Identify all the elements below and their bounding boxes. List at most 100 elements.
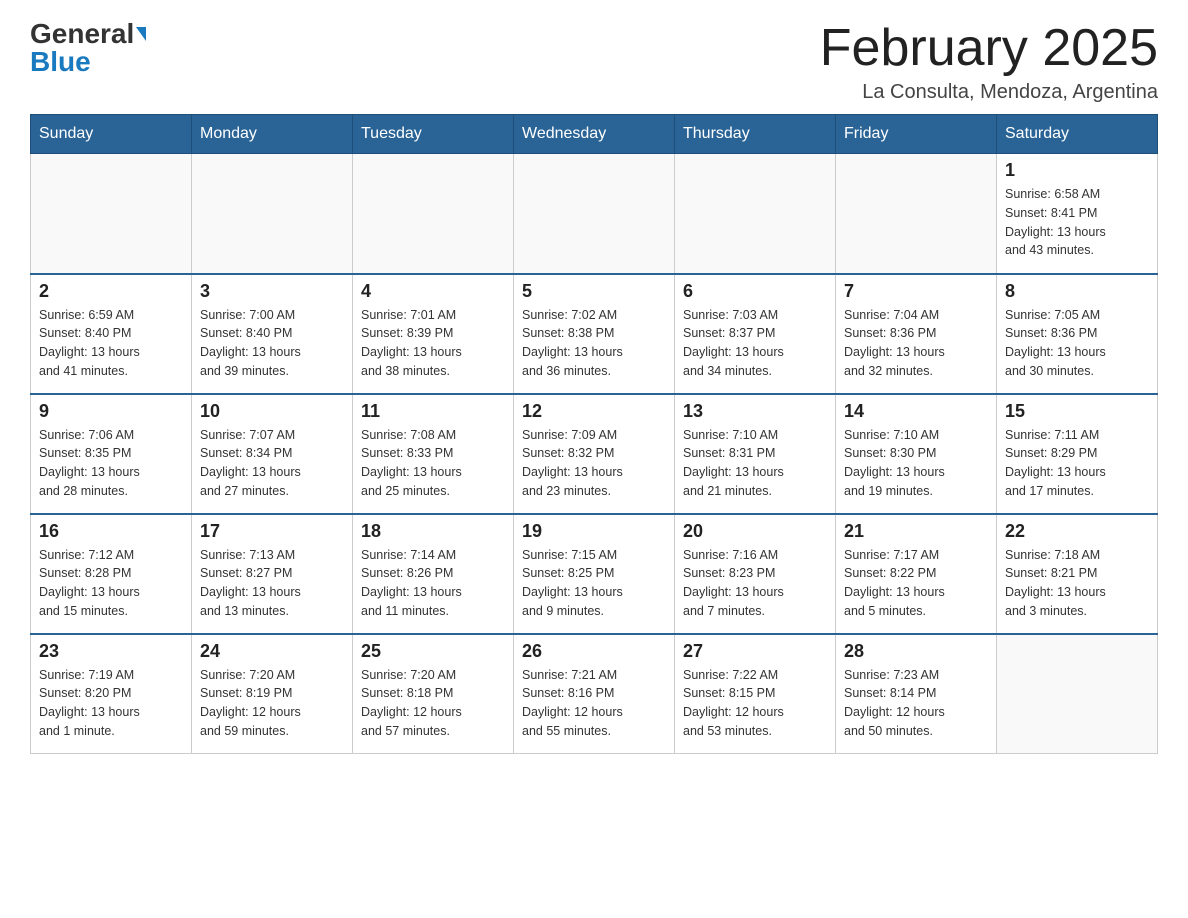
calendar-cell: 6 Sunrise: 7:03 AM Sunset: 8:37 PM Daylig… [675,274,836,394]
logo: General Blue [30,20,146,76]
calendar-header-sunday: Sunday [31,115,192,154]
calendar-cell: 16Sunrise: 7:12 AM Sunset: 8:28 PM Dayli… [31,514,192,634]
day-info: Sunrise: 7:19 AM Sunset: 8:20 PM Dayligh… [39,666,183,741]
calendar-cell: 20 Sunrise: 7:16 AM Sunset: 8:23 PM Dayli… [675,514,836,634]
day-info: Sunrise: 7:10 AM Sunset: 8:30 PM Dayligh… [844,426,988,501]
calendar-cell [31,154,192,274]
calendar-cell: 17Sunrise: 7:13 AM Sunset: 8:27 PM Dayli… [192,514,353,634]
day-number: 18 [361,521,505,542]
calendar-cell: 1Sunrise: 6:58 AM Sunset: 8:41 PM Daylig… [997,154,1158,274]
day-info: Sunrise: 7:14 AM Sunset: 8:26 PM Dayligh… [361,546,505,621]
calendar-cell [514,154,675,274]
day-number: 4 [361,281,505,302]
day-number: 2 [39,281,183,302]
day-number: 27 [683,641,827,662]
calendar-cell: 5 Sunrise: 7:02 AM Sunset: 8:38 PM Daylig… [514,274,675,394]
day-info: Sunrise: 7:18 AM Sunset: 8:21 PM Dayligh… [1005,546,1149,621]
title-section: February 2025 La Consulta, Mendoza, Arge… [820,20,1158,104]
calendar-week-row: 16Sunrise: 7:12 AM Sunset: 8:28 PM Dayli… [31,514,1158,634]
calendar-cell: 26 Sunrise: 7:21 AM Sunset: 8:16 PM Dayli… [514,634,675,754]
day-number: 7 [844,281,988,302]
day-number: 12 [522,401,666,422]
day-info: Sunrise: 6:58 AM Sunset: 8:41 PM Dayligh… [1005,185,1149,260]
calendar-cell: 14 Sunrise: 7:10 AM Sunset: 8:30 PM Dayli… [836,394,997,514]
calendar-cell: 8Sunrise: 7:05 AM Sunset: 8:36 PM Daylig… [997,274,1158,394]
calendar-header-thursday: Thursday [675,115,836,154]
logo-blue-text: Blue [30,48,91,76]
day-number: 10 [200,401,344,422]
day-info: Sunrise: 7:00 AM Sunset: 8:40 PM Dayligh… [200,306,344,381]
logo-general-text: General [30,20,134,48]
calendar-cell: 22 Sunrise: 7:18 AM Sunset: 8:21 PM Dayli… [997,514,1158,634]
day-number: 23 [39,641,183,662]
day-info: Sunrise: 7:06 AM Sunset: 8:35 PM Dayligh… [39,426,183,501]
day-info: Sunrise: 7:08 AM Sunset: 8:33 PM Dayligh… [361,426,505,501]
day-number: 21 [844,521,988,542]
calendar-cell: 25Sunrise: 7:20 AM Sunset: 8:18 PM Dayli… [353,634,514,754]
calendar-header-monday: Monday [192,115,353,154]
calendar-cell [675,154,836,274]
day-info: Sunrise: 7:09 AM Sunset: 8:32 PM Dayligh… [522,426,666,501]
calendar-cell: 19 Sunrise: 7:15 AM Sunset: 8:25 PM Dayli… [514,514,675,634]
day-number: 14 [844,401,988,422]
calendar-header-wednesday: Wednesday [514,115,675,154]
calendar-cell: 12 Sunrise: 7:09 AM Sunset: 8:32 PM Dayli… [514,394,675,514]
day-info: Sunrise: 6:59 AM Sunset: 8:40 PM Dayligh… [39,306,183,381]
calendar-cell [997,634,1158,754]
calendar-week-row: 23 Sunrise: 7:19 AM Sunset: 8:20 PM Dayli… [31,634,1158,754]
calendar-header-tuesday: Tuesday [353,115,514,154]
calendar-cell: 28 Sunrise: 7:23 AM Sunset: 8:14 PM Dayli… [836,634,997,754]
page-header: General Blue February 2025 La Consulta, … [30,20,1158,104]
logo-arrow-icon [136,27,146,41]
day-info: Sunrise: 7:15 AM Sunset: 8:25 PM Dayligh… [522,546,666,621]
day-number: 20 [683,521,827,542]
calendar-header-friday: Friday [836,115,997,154]
day-info: Sunrise: 7:21 AM Sunset: 8:16 PM Dayligh… [522,666,666,741]
day-number: 9 [39,401,183,422]
calendar-week-row: 9 Sunrise: 7:06 AM Sunset: 8:35 PM Daylig… [31,394,1158,514]
day-info: Sunrise: 7:02 AM Sunset: 8:38 PM Dayligh… [522,306,666,381]
calendar-week-row: 2 Sunrise: 6:59 AM Sunset: 8:40 PM Daylig… [31,274,1158,394]
calendar-cell: 13 Sunrise: 7:10 AM Sunset: 8:31 PM Dayli… [675,394,836,514]
day-number: 24 [200,641,344,662]
day-number: 28 [844,641,988,662]
day-info: Sunrise: 7:16 AM Sunset: 8:23 PM Dayligh… [683,546,827,621]
calendar-cell: 3Sunrise: 7:00 AM Sunset: 8:40 PM Daylig… [192,274,353,394]
day-info: Sunrise: 7:03 AM Sunset: 8:37 PM Dayligh… [683,306,827,381]
day-info: Sunrise: 7:10 AM Sunset: 8:31 PM Dayligh… [683,426,827,501]
calendar-cell: 7 Sunrise: 7:04 AM Sunset: 8:36 PM Daylig… [836,274,997,394]
calendar-cell [353,154,514,274]
day-info: Sunrise: 7:17 AM Sunset: 8:22 PM Dayligh… [844,546,988,621]
day-info: Sunrise: 7:23 AM Sunset: 8:14 PM Dayligh… [844,666,988,741]
day-info: Sunrise: 7:20 AM Sunset: 8:19 PM Dayligh… [200,666,344,741]
day-number: 5 [522,281,666,302]
calendar-cell [836,154,997,274]
calendar-cell: 27Sunrise: 7:22 AM Sunset: 8:15 PM Dayli… [675,634,836,754]
calendar-cell: 4 Sunrise: 7:01 AM Sunset: 8:39 PM Daylig… [353,274,514,394]
calendar-cell: 24 Sunrise: 7:20 AM Sunset: 8:19 PM Dayli… [192,634,353,754]
day-info: Sunrise: 7:01 AM Sunset: 8:39 PM Dayligh… [361,306,505,381]
calendar-header-row: SundayMondayTuesdayWednesdayThursdayFrid… [31,115,1158,154]
day-number: 6 [683,281,827,302]
calendar-cell: 15Sunrise: 7:11 AM Sunset: 8:29 PM Dayli… [997,394,1158,514]
calendar-cell: 9 Sunrise: 7:06 AM Sunset: 8:35 PM Daylig… [31,394,192,514]
day-number: 22 [1005,521,1149,542]
day-number: 17 [200,521,344,542]
calendar-cell: 18 Sunrise: 7:14 AM Sunset: 8:26 PM Dayli… [353,514,514,634]
day-info: Sunrise: 7:05 AM Sunset: 8:36 PM Dayligh… [1005,306,1149,381]
day-number: 11 [361,401,505,422]
day-info: Sunrise: 7:07 AM Sunset: 8:34 PM Dayligh… [200,426,344,501]
calendar-cell: 11 Sunrise: 7:08 AM Sunset: 8:33 PM Dayli… [353,394,514,514]
calendar-title: February 2025 [820,20,1158,77]
day-number: 19 [522,521,666,542]
day-info: Sunrise: 7:04 AM Sunset: 8:36 PM Dayligh… [844,306,988,381]
day-number: 13 [683,401,827,422]
day-info: Sunrise: 7:20 AM Sunset: 8:18 PM Dayligh… [361,666,505,741]
calendar-table: SundayMondayTuesdayWednesdayThursdayFrid… [30,114,1158,754]
calendar-week-row: 1Sunrise: 6:58 AM Sunset: 8:41 PM Daylig… [31,154,1158,274]
day-number: 26 [522,641,666,662]
day-number: 16 [39,521,183,542]
calendar-header-saturday: Saturday [997,115,1158,154]
calendar-cell [192,154,353,274]
calendar-cell: 10 Sunrise: 7:07 AM Sunset: 8:34 PM Dayli… [192,394,353,514]
